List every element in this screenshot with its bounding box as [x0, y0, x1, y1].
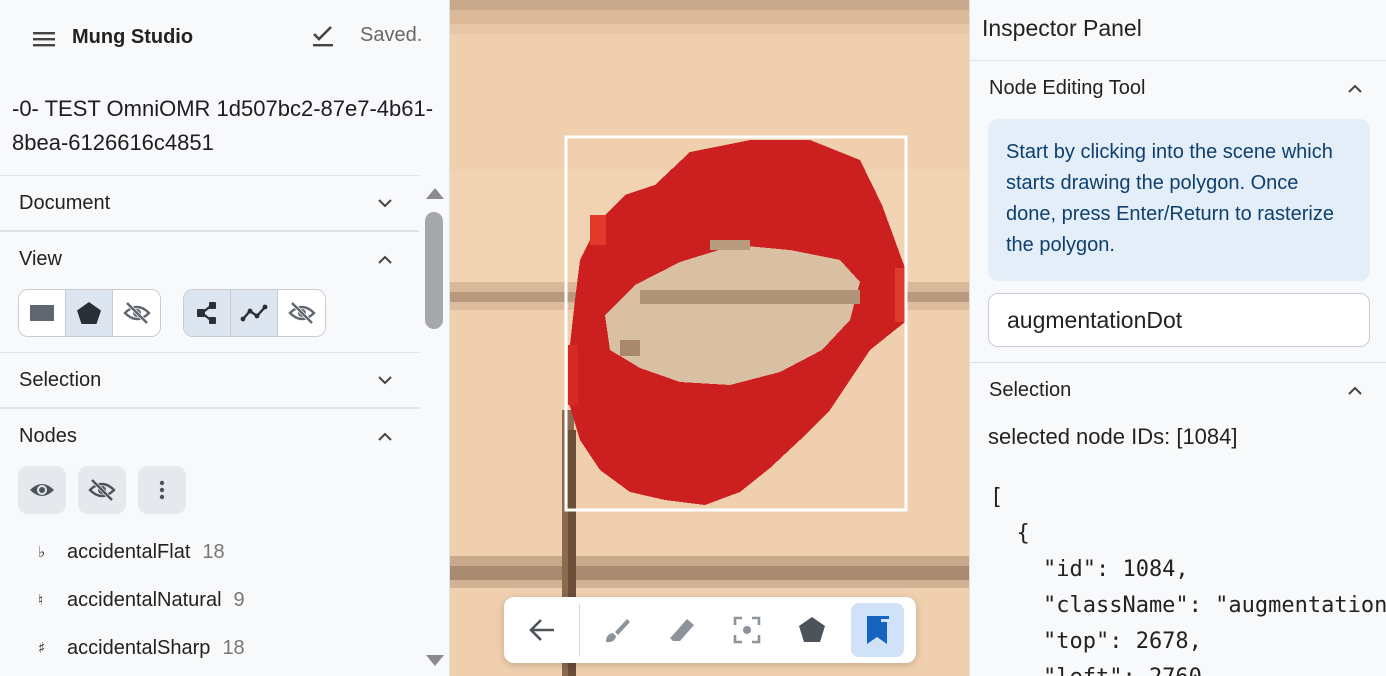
- section-nodes-header[interactable]: Nodes: [0, 409, 419, 464]
- pentagon-icon: [799, 617, 826, 642]
- sharp-icon: ♯: [38, 639, 46, 657]
- natural-icon: ♮: [38, 591, 44, 609]
- node-tools: [18, 466, 186, 514]
- show-all-button[interactable]: [18, 466, 66, 514]
- document-title: -0- TEST OmniOMR 1d507bc2-87e7-4b61-8bea…: [12, 96, 434, 155]
- inspector-title: Inspector Panel: [982, 15, 1142, 41]
- class-name-input[interactable]: [988, 293, 1370, 347]
- section-view-header[interactable]: View: [0, 232, 419, 287]
- hide-all-button[interactable]: [78, 466, 126, 514]
- eraser-icon: [670, 619, 695, 641]
- scene-image: [450, 0, 969, 676]
- list-item[interactable]: ♯ accidentalSharp 18: [0, 624, 419, 672]
- section-nodes-body: ♭ accidentalFlat 18 ♮ accidentalNatural …: [0, 464, 419, 676]
- polygon-tool-button[interactable]: [786, 603, 839, 657]
- link-display-toggle-group: [183, 289, 326, 337]
- display-hide-nodes-toggle[interactable]: [113, 290, 160, 336]
- chevron-up-icon: [378, 255, 392, 264]
- node-class-count: 9: [233, 588, 245, 611]
- bookmark-flag-icon: [867, 616, 890, 644]
- save-button[interactable]: [308, 22, 338, 52]
- node-editing-tool-button[interactable]: [850, 603, 904, 657]
- section-document-header[interactable]: Document: [0, 176, 419, 231]
- polyline-icon: [240, 304, 268, 322]
- app-header: Mung Studio Saved.: [0, 0, 449, 76]
- rectangle-icon: [30, 305, 54, 321]
- back-button[interactable]: [515, 603, 568, 657]
- eye-off-icon: [88, 478, 116, 502]
- tool-section-header[interactable]: Node Editing Tool: [970, 61, 1386, 116]
- list-item[interactable]: ♮ accidentalNatural 9: [0, 576, 419, 624]
- node-class-list: ♭ accidentalFlat 18 ♮ accidentalNatural …: [0, 528, 419, 672]
- more-options-button[interactable]: [138, 466, 186, 514]
- display-bbox-toggle[interactable]: [19, 290, 66, 336]
- display-edges-toggle[interactable]: [231, 290, 278, 336]
- left-sections: Document View Selection Nodes ♭ accident…: [0, 175, 419, 676]
- node-display-toggle-group: [18, 289, 161, 337]
- tool-section-label: Node Editing Tool: [989, 77, 1146, 99]
- chevron-up-icon: [378, 432, 392, 441]
- node-json-view: [ { "id": 1084, "className": "augmentati…: [990, 485, 1386, 676]
- selected-node-ids: selected node IDs: [1084]: [988, 424, 1238, 449]
- display-graph-toggle[interactable]: [184, 290, 231, 336]
- eye-off-icon: [287, 301, 316, 325]
- save-status: Saved.: [360, 24, 423, 46]
- focus-frame-icon: [734, 616, 761, 644]
- chevron-down-icon: [378, 199, 392, 208]
- selection-section: Selection: [970, 362, 1386, 418]
- section-document-label: Document: [19, 191, 111, 214]
- scene-canvas[interactable]: [450, 0, 969, 676]
- brush-tool-button[interactable]: [591, 603, 644, 657]
- node-class-count: 18: [202, 540, 225, 563]
- more-vertical-icon: [159, 480, 165, 500]
- eye-icon: [30, 484, 54, 496]
- selection-section-label: Selection: [989, 379, 1072, 401]
- section-view-body: [0, 287, 419, 353]
- brush-icon: [606, 619, 631, 643]
- pentagon-icon: [77, 302, 101, 324]
- app-title: Mung Studio: [72, 26, 194, 48]
- node-class-name: accidentalNatural: [67, 588, 222, 611]
- checkmark-icon: [313, 26, 333, 47]
- flat-icon: ♭: [38, 543, 46, 561]
- display-hide-links-toggle[interactable]: [278, 290, 325, 336]
- tool-section: Node Editing Tool: [970, 60, 1386, 116]
- arrow-left-icon: [528, 619, 554, 641]
- list-item[interactable]: ♭ accidentalFlat 18: [0, 528, 419, 576]
- canvas-toolbar: [504, 597, 916, 663]
- node-class-name: accidentalFlat: [67, 540, 191, 563]
- toolbar-divider: [579, 604, 580, 656]
- inspector-panel: Inspector Panel Node Editing Tool Start …: [969, 0, 1386, 676]
- scroll-down-arrow-icon[interactable]: [425, 654, 445, 668]
- selection-section-header[interactable]: Selection: [970, 363, 1386, 418]
- chevron-up-icon: [1348, 84, 1362, 93]
- chevron-down-icon: [378, 376, 392, 385]
- node-class-name: accidentalSharp: [67, 636, 211, 659]
- section-view-label: View: [19, 248, 62, 270]
- eraser-tool-button[interactable]: [656, 603, 709, 657]
- section-selection-header[interactable]: Selection: [0, 353, 419, 408]
- scroll-up-arrow-icon[interactable]: [425, 186, 445, 200]
- left-scrollbar[interactable]: [420, 176, 449, 676]
- focus-tool-button[interactable]: [721, 603, 774, 657]
- left-panel: Mung Studio Saved. -0- TEST OmniOMR 1d50…: [0, 0, 450, 676]
- hamburger-icon: [33, 32, 55, 47]
- menu-button[interactable]: [30, 26, 60, 52]
- section-nodes-label: Nodes: [19, 425, 77, 447]
- chevron-up-icon: [1348, 386, 1362, 395]
- section-selection-label: Selection: [19, 368, 102, 391]
- eye-off-icon: [122, 301, 151, 325]
- display-polygon-toggle[interactable]: [66, 290, 113, 336]
- tool-info-box: Start by clicking into the scene which s…: [988, 119, 1370, 281]
- scrollbar-thumb[interactable]: [425, 212, 443, 329]
- graph-icon: [197, 302, 216, 324]
- node-class-count: 18: [222, 636, 245, 659]
